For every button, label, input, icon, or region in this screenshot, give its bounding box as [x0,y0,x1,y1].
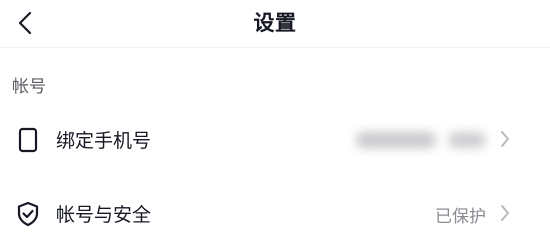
shield-check-icon [14,200,42,228]
phone-number-value-blurred [356,129,486,151]
bind-phone-label: 绑定手机号 [56,130,152,152]
navbar: 设置 [0,0,550,46]
navbar-divider [0,47,550,48]
phone-icon [14,126,42,154]
chevron-right-icon [498,202,512,224]
settings-screen: 设置 帐号 绑定手机号 帐号与安全 已保护 [0,0,550,246]
security-status-value: 已保护 [435,207,486,227]
bind-phone-row[interactable]: 绑定手机号 [0,112,550,168]
account-security-label: 帐号与安全 [56,204,152,226]
account-security-row[interactable]: 帐号与安全 已保护 [0,186,550,242]
chevron-right-icon [498,128,512,150]
section-header-account: 帐号 [12,77,46,97]
page-title: 设置 [253,11,297,35]
